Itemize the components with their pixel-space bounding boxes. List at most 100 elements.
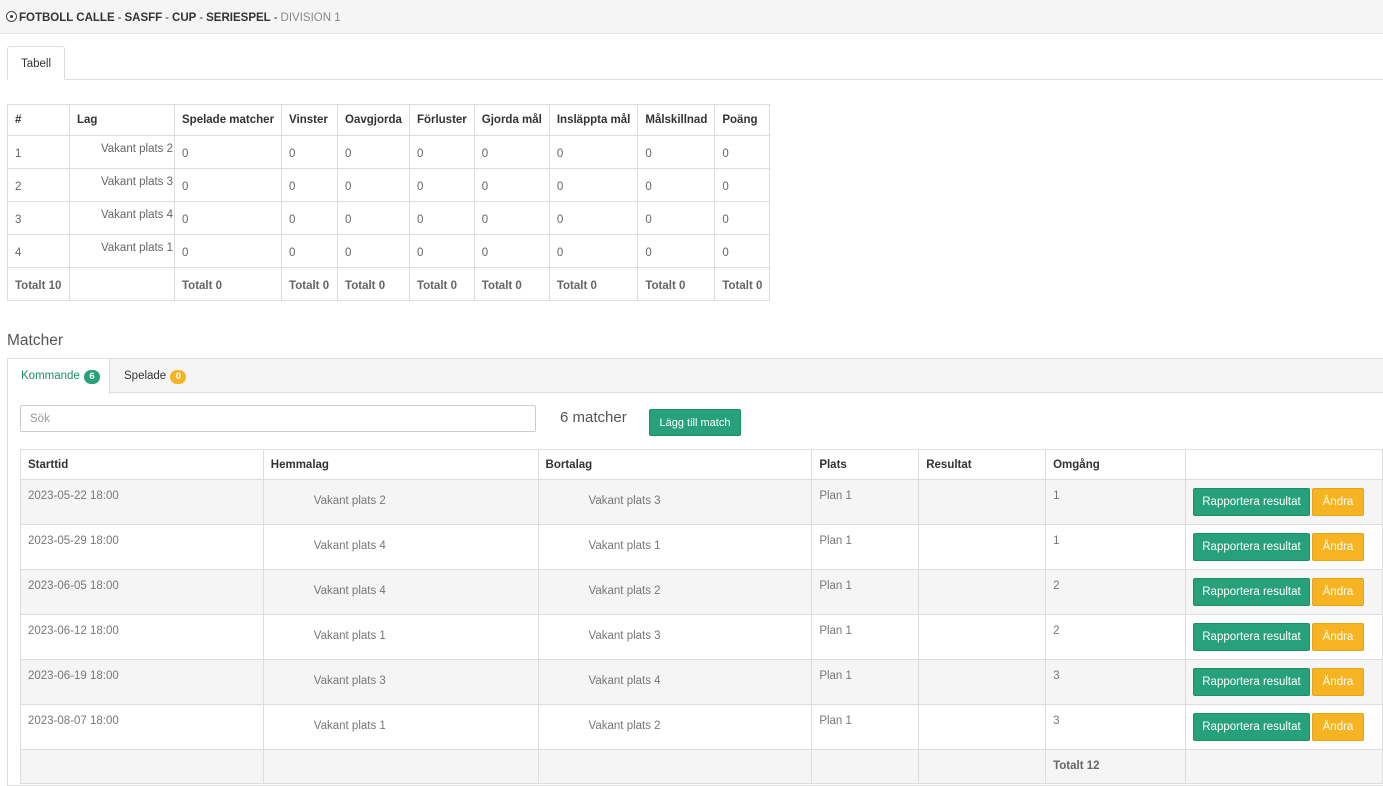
away-team-cell: Vakant plats 2 [537, 569, 813, 615]
col-header-round: Omgång [1045, 449, 1186, 480]
col-header-rank: # [7, 104, 70, 136]
draws-cell: 0 [337, 234, 410, 268]
losses-cell: 0 [408, 234, 475, 268]
tab-upcoming[interactable]: Kommande 6 [8, 359, 110, 394]
report-result-button[interactable]: Rapportera resultat [1192, 578, 1310, 606]
venue-cell: Plan 1 [811, 659, 920, 705]
report-result-button[interactable]: Rapportera resultat [1192, 668, 1310, 696]
edit-match-button[interactable]: Ändra [1311, 533, 1364, 561]
round-cell: 2 [1045, 614, 1186, 660]
goals-for-cell: 0 [473, 201, 550, 235]
losses-cell: 0 [408, 135, 475, 169]
breadcrumb-item-seriespel[interactable]: SERIESPEL [206, 12, 271, 24]
empty-cell [20, 749, 264, 784]
report-result-button[interactable]: Rapportera resultat [1192, 623, 1310, 651]
edit-match-button[interactable]: Ändra [1311, 578, 1364, 606]
venue-cell: Plan 1 [811, 614, 920, 660]
col-header-away-team: Bortalag [537, 449, 813, 480]
total-cell: Totalt 0 [408, 267, 475, 301]
goals-against-cell: 0 [548, 135, 639, 169]
report-result-button[interactable]: Rapportera resultat [1192, 533, 1310, 561]
breadcrumb-item-fotboll-calle[interactable]: FOTBOLL CALLE [19, 12, 115, 24]
empty-cell [811, 749, 920, 784]
breadcrumb-current: DIVISION 1 [280, 12, 341, 24]
losses-cell: 0 [408, 201, 475, 235]
col-header-played: Spelade matcher [173, 104, 283, 136]
actions-cell: Rapportera resultat Ändra [1184, 614, 1383, 660]
total-rounds-cell: Totalt 12 [1045, 749, 1186, 784]
played-cell: 0 [173, 168, 283, 202]
edit-match-button[interactable]: Ändra [1311, 488, 1364, 516]
goals-against-cell: 0 [548, 168, 639, 202]
draws-cell: 0 [337, 135, 410, 169]
away-team-cell: Vakant plats 2 [537, 704, 813, 750]
tab-upcoming-label: Kommande [21, 370, 80, 382]
breadcrumb-item-cup[interactable]: CUP [172, 12, 196, 24]
actions-cell: Rapportera resultat Ändra [1184, 569, 1383, 615]
wins-cell: 0 [281, 234, 339, 268]
result-cell [918, 479, 1047, 525]
col-header-venue: Plats [811, 449, 920, 480]
report-result-button[interactable]: Rapportera resultat [1192, 713, 1310, 741]
edit-match-button[interactable]: Ändra [1311, 668, 1364, 696]
points-cell: 0 [714, 168, 771, 202]
away-team-cell: Vakant plats 4 [537, 659, 813, 705]
matches-tabs: Kommande 6 Spelade 0 [8, 359, 1383, 394]
total-cell: Totalt 0 [714, 267, 771, 301]
venue-cell: Plan 1 [811, 524, 920, 570]
search-input[interactable] [20, 405, 536, 432]
played-cell: 0 [173, 234, 283, 268]
round-cell: 1 [1045, 524, 1186, 570]
venue-cell: Plan 1 [811, 479, 920, 525]
upcoming-count-badge: 6 [84, 370, 101, 384]
total-cell: Totalt 0 [173, 267, 283, 301]
draws-cell: 0 [337, 168, 410, 202]
start-time-cell: 2023-05-29 18:00 [20, 524, 264, 570]
col-header-result: Resultat [918, 449, 1047, 480]
home-team-cell: Vakant plats 4 [262, 569, 539, 615]
empty-cell [1184, 749, 1383, 784]
home-team-cell: Vakant plats 4 [262, 524, 539, 570]
standings-total-row: Totalt 10 Totalt 0 Totalt 0 Totalt 0 Tot… [7, 267, 771, 301]
tab-played[interactable]: Spelade 0 [124, 359, 187, 393]
col-header-goals-for: Gjorda mål [473, 104, 550, 136]
played-cell: 0 [173, 135, 283, 169]
table-row: 4 Vakant plats 1 0 0 0 0 0 0 0 0 [7, 234, 771, 268]
away-team-cell: Vakant plats 3 [537, 479, 813, 525]
rank-cell: 2 [7, 168, 70, 202]
edit-match-button[interactable]: Ändra [1311, 713, 1364, 741]
wins-cell: 0 [281, 168, 339, 202]
empty-cell [537, 749, 813, 784]
report-result-button[interactable]: Rapportera resultat [1192, 488, 1310, 516]
matches-section-title: Matcher [7, 332, 63, 349]
col-header-home-team: Hemmalag [262, 449, 539, 480]
team-cell: Vakant plats 1 [69, 234, 175, 268]
start-time-cell: 2023-06-05 18:00 [20, 569, 264, 615]
round-cell: 1 [1045, 479, 1186, 525]
actions-cell: Rapportera resultat Ändra [1184, 659, 1383, 705]
breadcrumb-item-sasff[interactable]: SASFF [124, 12, 162, 24]
goal-diff-cell: 0 [637, 234, 716, 268]
soccer-ball-icon [6, 11, 17, 22]
total-cell: Totalt 0 [281, 267, 339, 301]
col-header-team: Lag [69, 104, 175, 136]
tab-tabell[interactable]: Tabell [7, 46, 66, 80]
total-cell: Totalt 0 [337, 267, 410, 301]
col-header-draws: Oavgjorda [337, 104, 410, 136]
add-match-button[interactable]: Lägg till match [649, 409, 741, 436]
goals-against-cell: 0 [548, 234, 639, 268]
played-count-badge: 0 [170, 370, 187, 384]
start-time-cell: 2023-08-07 18:00 [20, 704, 264, 750]
col-header-points: Poäng [714, 104, 771, 136]
edit-match-button[interactable]: Ändra [1311, 623, 1364, 651]
draws-cell: 0 [337, 201, 410, 235]
standings-header-row: # Lag Spelade matcher Vinster Oavgjorda … [7, 104, 771, 136]
breadcrumb-separator: - [117, 12, 122, 24]
goals-for-cell: 0 [473, 135, 550, 169]
home-team-cell: Vakant plats 1 [262, 614, 539, 660]
round-cell: 3 [1045, 659, 1186, 705]
actions-cell: Rapportera resultat Ändra [1184, 479, 1383, 525]
points-cell: 0 [714, 201, 771, 235]
standings-table: # Lag Spelade matcher Vinster Oavgjorda … [7, 104, 771, 301]
col-header-start-time: Starttid [20, 449, 264, 480]
